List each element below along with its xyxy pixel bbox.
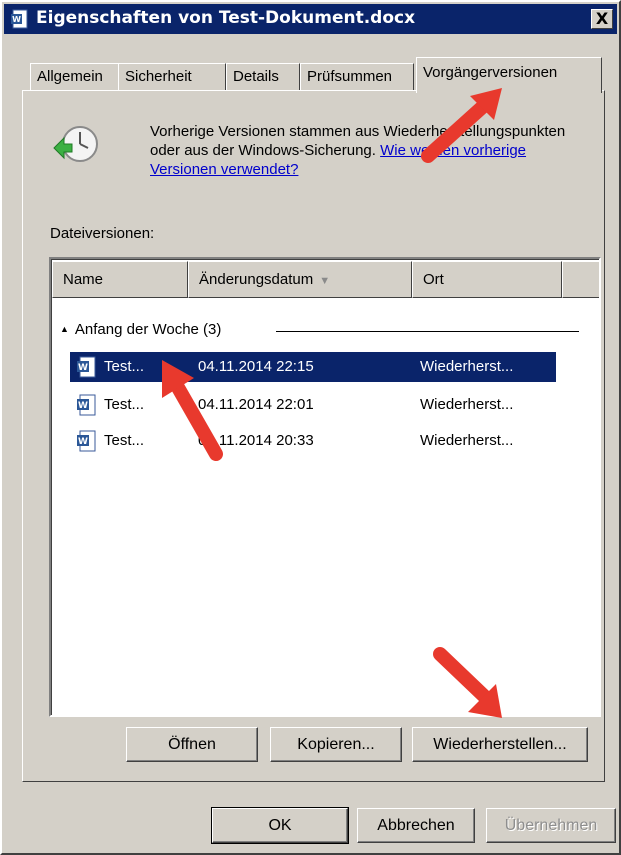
- svg-text:W: W: [78, 363, 88, 373]
- row-name: Test...: [104, 432, 145, 449]
- column-header-name[interactable]: Name: [52, 261, 188, 298]
- column-label: Änderungsdatum: [199, 271, 314, 288]
- title-bar[interactable]: W Eigenschaften von Test-Dokument.docx X: [4, 4, 617, 34]
- apply-button[interactable]: Übernehmen: [486, 808, 616, 843]
- restore-button[interactable]: Wiederherstellen...: [412, 727, 588, 762]
- info-text: Vorherige Versionen stammen aus Wiederhe…: [150, 122, 580, 179]
- word-document-icon: W: [77, 356, 96, 378]
- svg-text:W: W: [78, 401, 88, 411]
- column-header-filler: [562, 261, 599, 298]
- column-label: Ort: [423, 271, 444, 288]
- row-name: Test...: [104, 358, 145, 375]
- row-location: Wiederherst...: [420, 358, 514, 375]
- svg-text:W: W: [12, 15, 21, 24]
- close-icon: X: [595, 9, 609, 28]
- copy-button[interactable]: Kopieren...: [270, 727, 402, 762]
- tab-label: Details: [233, 68, 279, 85]
- row-name: Test...: [104, 396, 145, 413]
- column-header-date[interactable]: Änderungsdatum ▼: [188, 261, 412, 298]
- row-location: Wiederherst...: [420, 432, 514, 449]
- tab-vorgaengerversionen[interactable]: Vorgängerversionen: [416, 57, 602, 93]
- versions-list[interactable]: Name Änderungsdatum ▼ Ort ▲ Anfang der Woc…: [49, 257, 601, 717]
- open-button[interactable]: Öffnen: [126, 727, 258, 762]
- close-button[interactable]: X: [591, 9, 613, 29]
- column-header-location[interactable]: Ort: [412, 261, 562, 298]
- tab-label: Sicherheit: [125, 68, 192, 85]
- row-date: 04.11.2014 22:01: [198, 396, 314, 413]
- row-date: 04.11.2014 20:33: [198, 432, 314, 449]
- word-document-icon: W: [77, 394, 96, 416]
- group-label: Anfang der Woche (3): [74, 321, 222, 338]
- versions-label: Dateiversionen:: [50, 225, 155, 242]
- cancel-button[interactable]: Abbrechen: [357, 808, 475, 843]
- tab-label: Prüfsummen: [307, 68, 393, 85]
- row-date: 04.11.2014 22:15: [198, 358, 314, 375]
- table-row[interactable]: W Test... 04.11.2014 20:33 Wiederherst..…: [70, 426, 556, 456]
- properties-dialog: W Eigenschaften von Test-Dokument.docx X…: [0, 0, 621, 855]
- group-divider: [276, 331, 579, 332]
- column-label: Name: [63, 271, 104, 288]
- tab-label: Vorgängerversionen: [423, 64, 558, 81]
- collapse-icon[interactable]: ▲: [60, 324, 69, 334]
- tab-label: Allgemein: [37, 68, 103, 85]
- tab-details[interactable]: Details: [226, 63, 300, 91]
- ok-button[interactable]: OK: [211, 807, 349, 844]
- tab-allgemein[interactable]: Allgemein: [30, 63, 122, 91]
- svg-text:W: W: [78, 437, 88, 447]
- table-row[interactable]: W Test... 04.11.2014 22:01 Wiederherst..…: [70, 390, 556, 420]
- table-row[interactable]: W Test... 04.11.2014 22:15 Wiederherst..…: [70, 352, 556, 382]
- tab-sicherheit[interactable]: Sicherheit: [118, 63, 226, 91]
- group-header[interactable]: ▲ Anfang der Woche (3): [60, 321, 221, 338]
- row-location: Wiederherst...: [420, 396, 514, 413]
- tab-pruefsummen[interactable]: Prüfsummen: [300, 63, 414, 91]
- word-document-icon: W: [77, 430, 96, 452]
- word-document-icon: W: [11, 9, 28, 29]
- restore-clock-icon: [53, 126, 98, 162]
- window-title: Eigenschaften von Test-Dokument.docx: [36, 8, 416, 28]
- sort-down-icon: ▼: [319, 275, 331, 287]
